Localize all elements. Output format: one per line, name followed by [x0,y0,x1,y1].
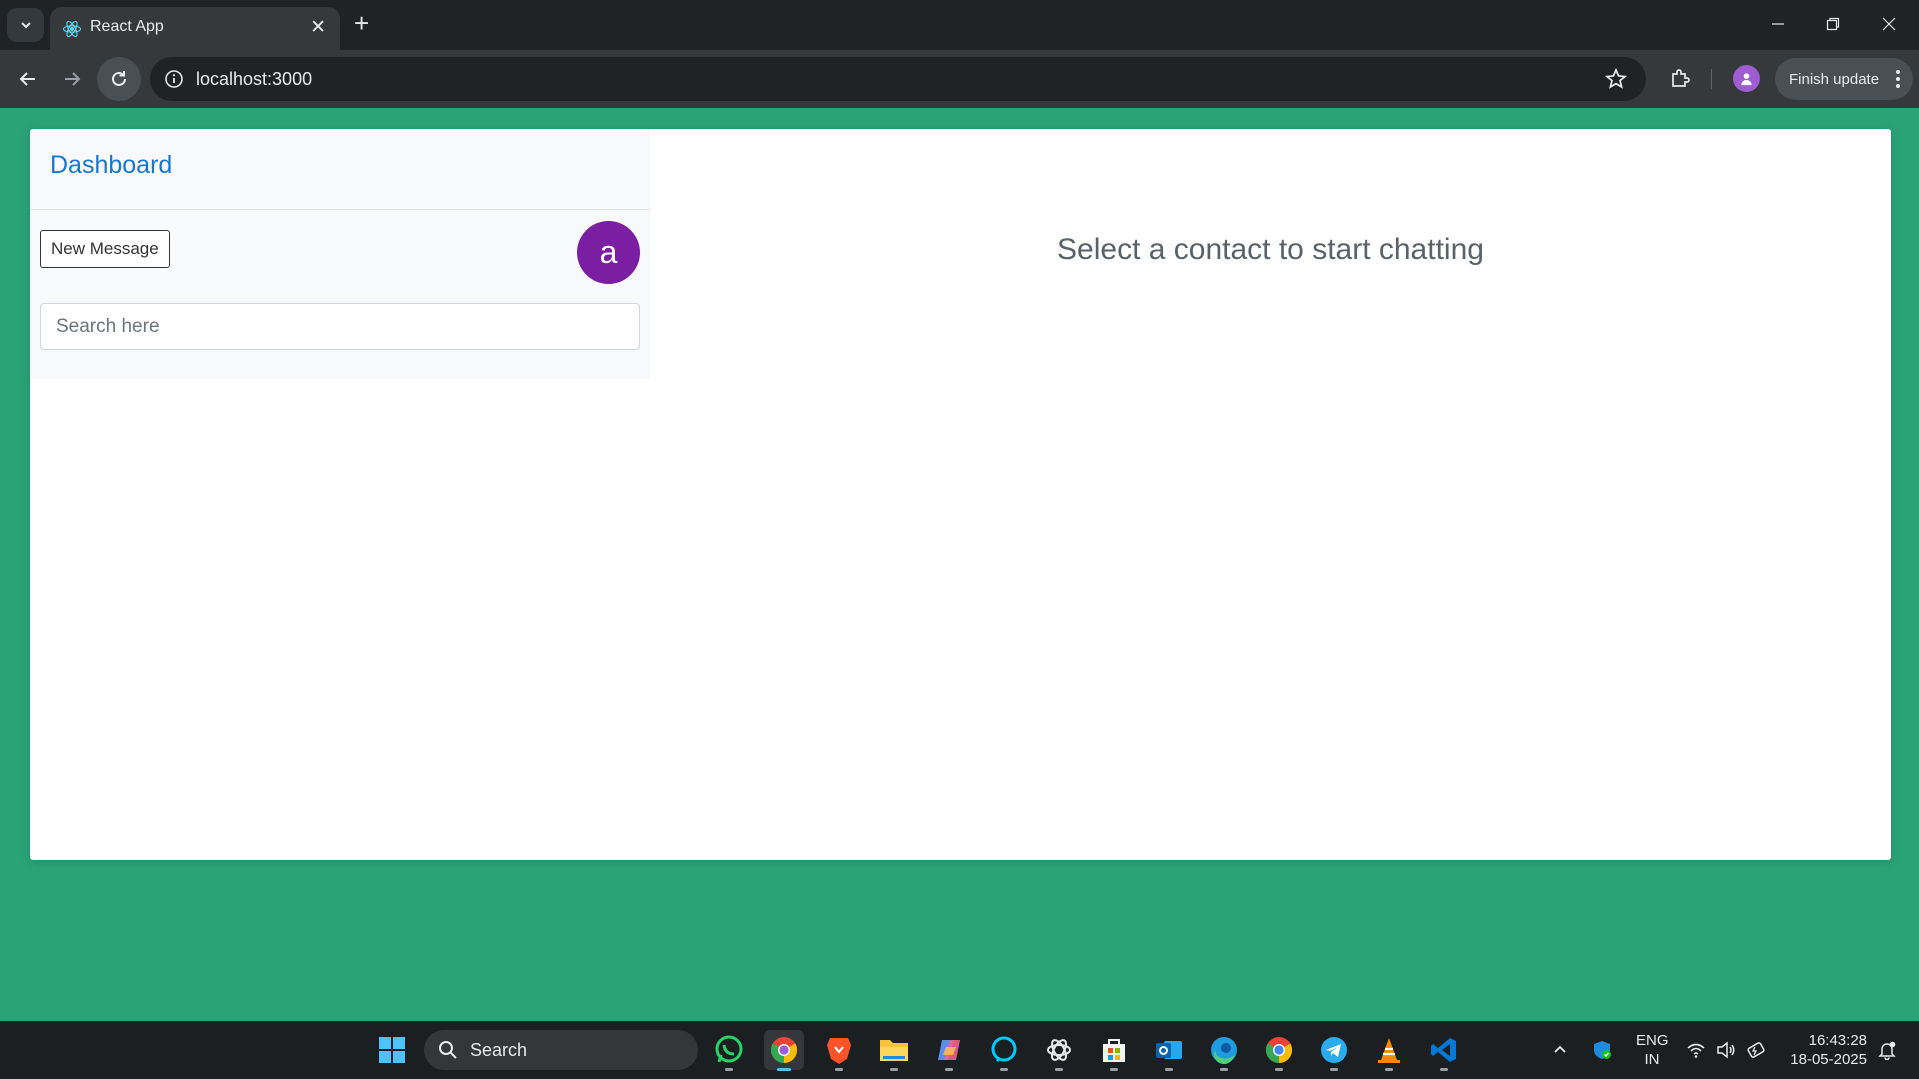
telegram-icon[interactable] [1314,1030,1354,1071]
browser-tab[interactable]: React App ✕ [50,7,340,50]
outlook-icon[interactable] [1149,1030,1189,1071]
vlc-icon[interactable] [1369,1030,1409,1071]
region-label: IN [1644,1051,1660,1068]
vscode-icon[interactable] [1424,1030,1464,1071]
reload-button[interactable] [97,57,141,101]
ms-store-icon[interactable] [1094,1030,1134,1071]
battery-icon[interactable] [1746,1021,1768,1079]
profile-avatar-icon[interactable] [1733,65,1760,92]
windows-start-icon[interactable] [378,1036,406,1064]
address-bar[interactable]: localhost:3000 [150,57,1646,101]
new-tab-button[interactable]: + [354,9,369,37]
minimize-icon[interactable] [1766,12,1790,36]
back-arrow-icon[interactable] [13,64,43,94]
bookmark-star-icon[interactable] [1604,67,1628,91]
extensions-icon[interactable] [1666,65,1694,93]
taskbar-search-label: Search [470,1040,528,1060]
sidebar: Dashboard New Message a [30,129,650,379]
forward-arrow-icon[interactable] [57,64,87,94]
language-label: ENG [1636,1032,1669,1049]
file-explorer-icon[interactable] [874,1030,914,1071]
browser-tab-strip: React App ✕ + [0,0,1919,50]
language-indicator[interactable]: ENG IN [1636,1031,1669,1069]
close-window-icon[interactable] [1877,12,1901,36]
finish-update-button[interactable]: Finish update [1775,58,1913,100]
taskbar-search-box[interactable]: Search [424,1030,698,1070]
search-icon [439,1041,457,1059]
edge-icon[interactable] [1204,1030,1244,1071]
chevron-down-icon [20,22,31,29]
clock-date: 18-05-2025 [1790,1051,1867,1068]
react-logo-icon [62,20,82,38]
finish-update-label: Finish update [1789,70,1880,88]
chatgpt-icon[interactable] [1039,1030,1079,1071]
tab-search-button[interactable] [7,8,44,42]
chat-empty-state-text: Select a contact to start chatting [1057,233,1484,266]
volume-icon[interactable] [1716,1021,1736,1079]
chrome-icon[interactable] [764,1030,804,1071]
windows-taskbar: Search ENG IN 16:43:28 18-05-2025 [0,1021,1919,1079]
clock-time: 16:43:28 [1808,1032,1867,1049]
chrome-icon[interactable] [1259,1030,1299,1071]
url-text: localhost:3000 [196,69,313,89]
notification-bell-icon[interactable] [1877,1021,1897,1079]
tray-overflow-chevron-icon[interactable] [1552,1021,1568,1079]
toolbar-divider [1711,69,1712,89]
security-shield-icon[interactable] [1591,1021,1613,1079]
copilot-icon[interactable] [929,1030,969,1071]
reload-icon [112,71,126,86]
tab-title: React App [90,18,164,35]
alexa-icon[interactable] [984,1030,1024,1071]
sidebar-header: Dashboard [30,129,650,210]
new-message-button[interactable]: New Message [40,230,170,268]
tab-close-icon[interactable]: ✕ [310,16,326,39]
kebab-menu-icon [1896,70,1900,88]
wifi-icon[interactable] [1686,1021,1706,1079]
brave-icon[interactable] [819,1030,859,1071]
dashboard-title: Dashboard [50,151,173,179]
contact-search-input[interactable] [40,303,640,350]
whatsapp-icon[interactable] [709,1030,749,1071]
taskbar-clock[interactable]: 16:43:28 18-05-2025 [1783,1031,1867,1069]
user-avatar[interactable]: a [577,221,640,284]
site-info-icon[interactable] [164,69,184,89]
app-container: Dashboard New Message a Select a contact… [30,129,1891,860]
restore-icon[interactable] [1821,12,1845,36]
browser-toolbar: localhost:3000 Finish update [0,50,1919,108]
